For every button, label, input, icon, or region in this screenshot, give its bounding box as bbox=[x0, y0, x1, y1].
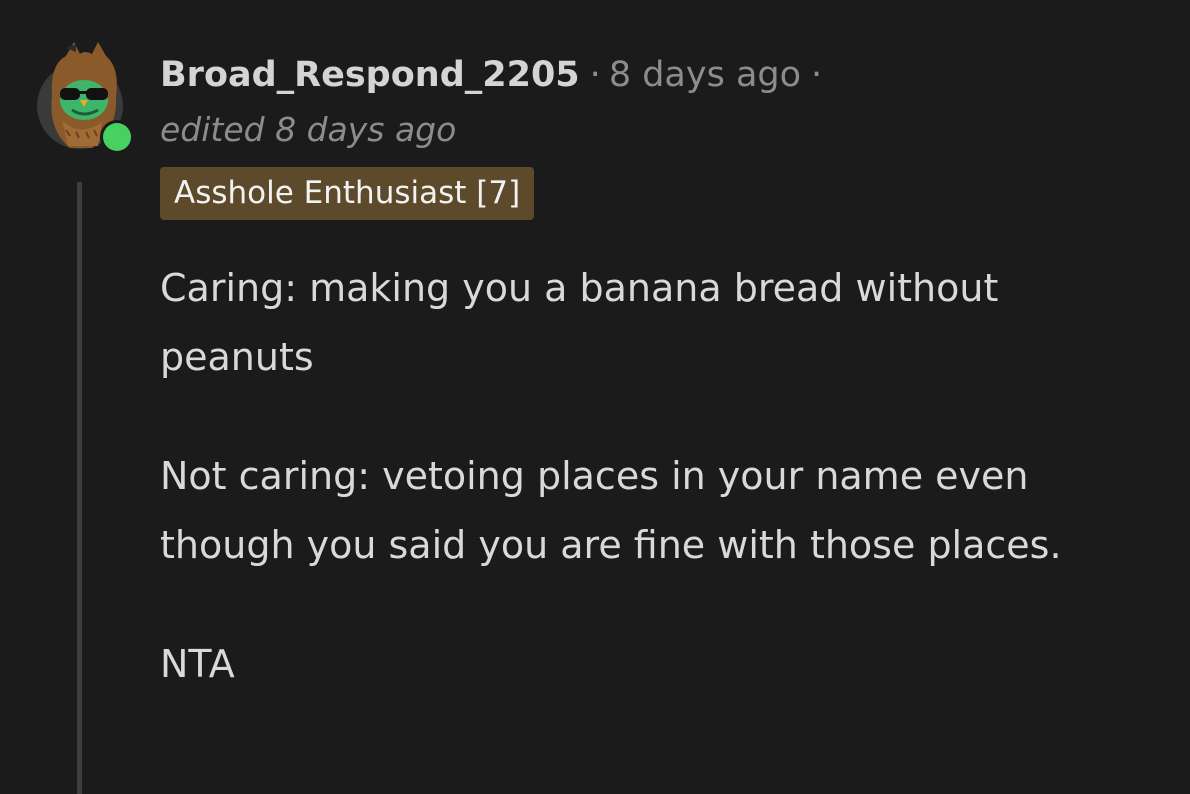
edited-label: edited 8 days ago bbox=[160, 110, 457, 149]
comment-paragraph: Caring: making you a banana bread withou… bbox=[160, 266, 999, 379]
comment-header: Broad_Respond_2205 · 8 days ago · bbox=[160, 52, 822, 98]
comment-paragraph: NTA bbox=[160, 642, 235, 686]
trailing-separator-dot: · bbox=[811, 55, 823, 95]
username-link[interactable]: Broad_Respond_2205 bbox=[160, 55, 580, 95]
comment-timestamp[interactable]: 8 days ago bbox=[609, 55, 801, 95]
thread-line[interactable] bbox=[77, 182, 82, 794]
comment-body: Caring: making you a banana bread withou… bbox=[160, 254, 1160, 749]
user-flair: Asshole Enthusiast [7] bbox=[160, 167, 535, 220]
comment-paragraph: Not caring: vetoing places in your name … bbox=[160, 454, 1062, 567]
user-avatar[interactable] bbox=[36, 34, 136, 156]
separator-dot: · bbox=[589, 55, 601, 95]
online-status-dot-icon bbox=[100, 120, 134, 154]
